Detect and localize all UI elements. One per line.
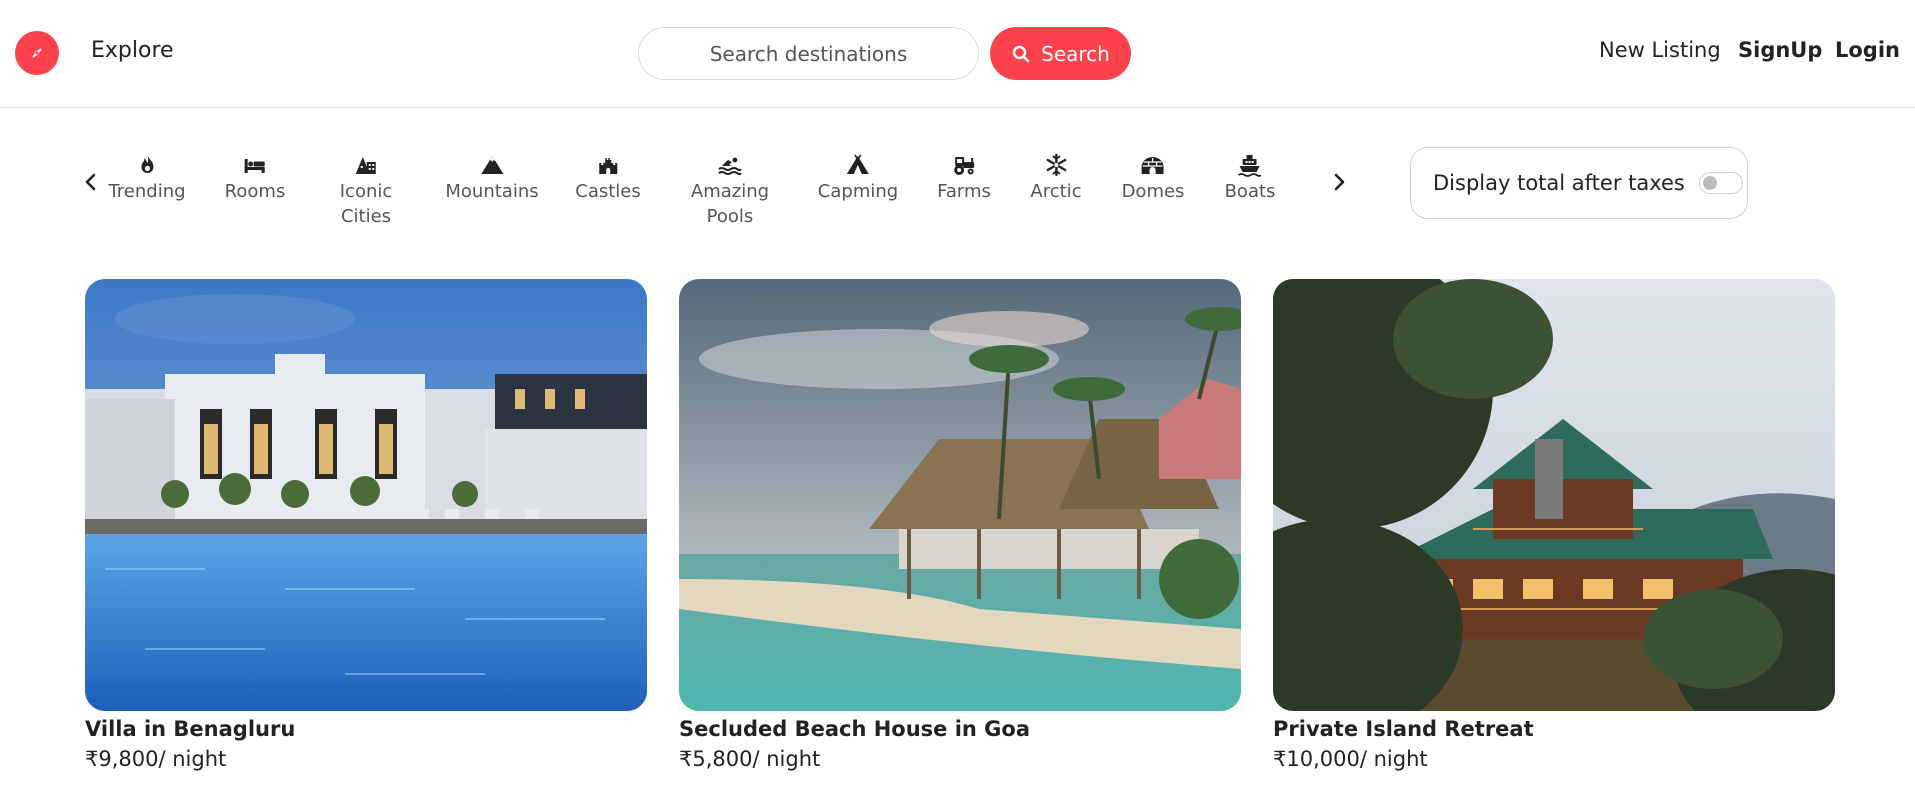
listing-image-beach-house[interactable] xyxy=(679,279,1241,711)
explore-link[interactable]: Explore xyxy=(91,38,174,63)
bed-icon xyxy=(243,153,267,177)
listing-title: Villa in Benagluru xyxy=(85,717,296,741)
filter-amazing-pools[interactable]: Amazing Pools xyxy=(691,153,769,229)
search-button-label: Search xyxy=(1041,41,1110,66)
filter-label: Mountains xyxy=(445,181,539,202)
chevron-left-icon xyxy=(85,173,96,191)
filter-label: Rooms xyxy=(224,181,286,202)
compass-logo-icon[interactable] xyxy=(15,31,59,75)
listing-price: ₹10,000/ night xyxy=(1273,747,1428,771)
tractor-icon xyxy=(952,153,976,177)
tax-toggle-label: Display total after taxes xyxy=(1433,171,1685,195)
filter-rooms[interactable]: Rooms xyxy=(224,153,286,204)
tent-icon xyxy=(846,153,870,177)
chevron-right-icon xyxy=(1334,173,1345,191)
listing-image-island-retreat[interactable] xyxy=(1273,279,1835,711)
filter-boats[interactable]: Boats xyxy=(1224,153,1276,204)
filter-label: Capming xyxy=(817,181,899,202)
listing-card[interactable]: Private Island Retreat ₹10,000/ night xyxy=(1273,279,1835,771)
snowflake-icon xyxy=(1044,153,1068,177)
filter-camping[interactable]: Capming xyxy=(818,153,898,204)
filter-label: Iconic Cities xyxy=(339,181,393,227)
listing-title: Secluded Beach House in Goa xyxy=(679,717,1031,741)
listing-price: ₹9,800/ night xyxy=(85,747,227,771)
city-icon xyxy=(354,153,378,177)
filter-label: Boats xyxy=(1224,181,1276,202)
search-input[interactable] xyxy=(638,27,979,80)
filter-trending[interactable]: Trending xyxy=(108,153,186,204)
toggle-knob xyxy=(1702,176,1717,190)
listing-card[interactable]: Secluded Beach House in Goa ₹5,800/ nigh… xyxy=(679,279,1241,771)
tax-toggle-box[interactable]: Display total after taxes xyxy=(1410,147,1748,219)
filter-farms[interactable]: Farms xyxy=(937,153,991,204)
filter-label: Castles xyxy=(575,181,641,202)
search-icon xyxy=(1012,45,1030,62)
fire-icon xyxy=(135,153,159,177)
new-listing-link[interactable]: New Listing xyxy=(1599,38,1721,62)
filter-domes[interactable]: Domes xyxy=(1121,153,1185,204)
mountain-icon xyxy=(480,153,504,177)
filter-label: Amazing Pools xyxy=(690,181,770,227)
login-link[interactable]: Login xyxy=(1835,38,1900,62)
filter-iconic-cities[interactable]: Iconic Cities xyxy=(339,153,393,229)
listing-title: Private Island Retreat xyxy=(1273,717,1534,741)
listing-card[interactable]: Villa in Benagluru ₹9,800/ night xyxy=(85,279,647,771)
listing-image-villa[interactable] xyxy=(85,279,647,711)
search-button[interactable]: Search xyxy=(990,27,1131,80)
listing-price: ₹5,800/ night xyxy=(679,747,821,771)
castle-icon xyxy=(596,153,620,177)
scroll-left-button[interactable] xyxy=(79,168,103,196)
igloo-icon xyxy=(1141,153,1165,177)
filter-label: Domes xyxy=(1121,181,1185,202)
scroll-right-button[interactable] xyxy=(1327,168,1351,196)
swimmer-icon xyxy=(718,153,742,177)
filter-label: Farms xyxy=(937,181,991,202)
ship-icon xyxy=(1238,153,1262,177)
filter-label: Trending xyxy=(108,181,186,202)
navbar: Explore Search New Listing SignUp Login xyxy=(0,0,1915,108)
filter-mountains[interactable]: Mountains xyxy=(445,153,539,204)
signup-link[interactable]: SignUp xyxy=(1738,38,1822,62)
filter-castles[interactable]: Castles xyxy=(575,153,641,204)
filter-label: Arctic xyxy=(1030,181,1082,202)
filter-arctic[interactable]: Arctic xyxy=(1030,153,1082,204)
tax-toggle-switch[interactable] xyxy=(1698,172,1743,194)
